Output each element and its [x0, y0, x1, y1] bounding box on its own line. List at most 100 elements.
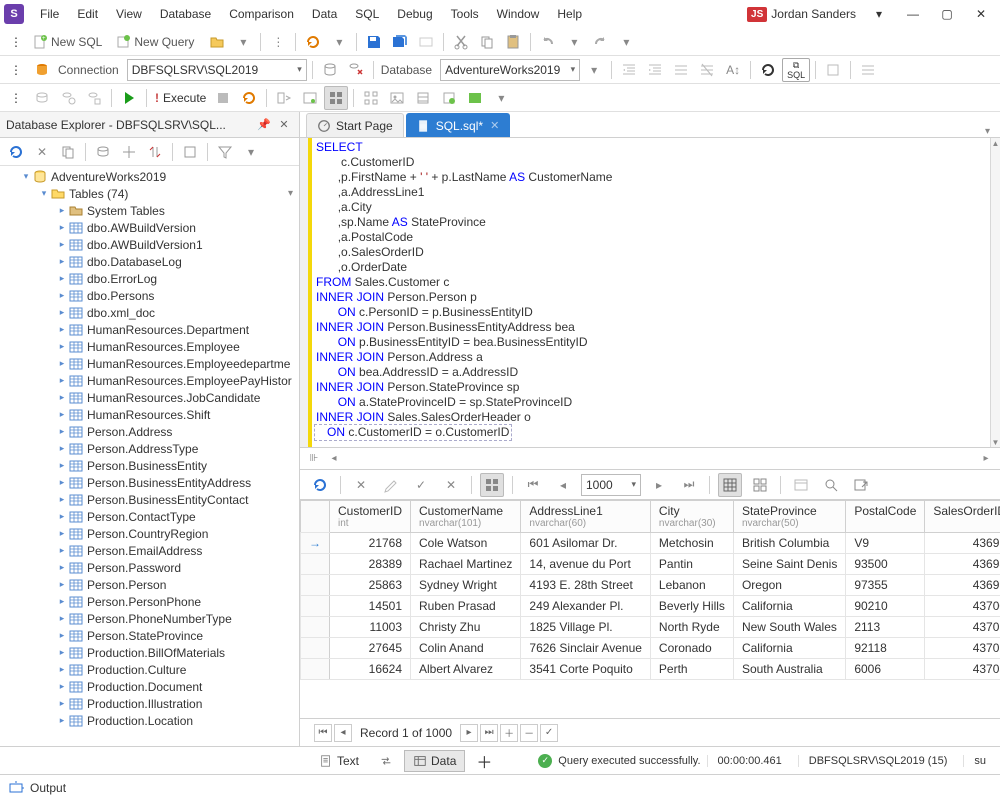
search-button[interactable] — [819, 473, 843, 497]
tool-button[interactable] — [56, 86, 80, 110]
outdent-button[interactable] — [617, 58, 641, 82]
tree-item[interactable]: ▸HumanResources.Employee — [0, 338, 299, 355]
new-sql-button[interactable]: + New SQL — [30, 30, 111, 54]
page-size-input[interactable]: 1000 — [581, 474, 641, 496]
paste-button[interactable] — [501, 30, 525, 54]
table-row[interactable]: 16624Albert Alvarez3541 Corte PoquitoPer… — [301, 659, 1000, 680]
tree-item[interactable]: ▸Production.BillOfMaterials — [0, 644, 299, 661]
splitter-grip-icon[interactable]: ⊪ — [306, 451, 322, 467]
cell[interactable]: 21768 — [330, 533, 411, 554]
comment-button[interactable] — [669, 58, 693, 82]
undo-icon[interactable]: ⋮ — [266, 30, 290, 54]
tree-arrow-icon[interactable]: ▸ — [56, 477, 68, 488]
nav-last-button[interactable]: ⏭ — [480, 724, 498, 742]
cell[interactable]: 90210 — [846, 596, 925, 617]
edit-button[interactable] — [379, 473, 403, 497]
refresh-tree-button[interactable] — [4, 140, 28, 164]
tool-button[interactable] — [298, 86, 322, 110]
tree-arrow-icon[interactable]: ▸ — [56, 307, 68, 318]
cell[interactable]: Albert Alvarez — [411, 659, 521, 680]
tree-arrow-icon[interactable]: ▸ — [56, 460, 68, 471]
tree-item[interactable]: ▾AdventureWorks2019 — [0, 168, 299, 185]
tool-button[interactable] — [82, 86, 106, 110]
tool-button[interactable] — [178, 140, 202, 164]
cell[interactable]: 1825 Village Pl. — [521, 617, 651, 638]
tree-item[interactable]: ▸HumanResources.EmployeePayHistor — [0, 372, 299, 389]
last-page-button[interactable]: ⏭ — [677, 473, 701, 497]
table-row[interactable]: 28389Rachael Martinez14, avenue du PortP… — [301, 554, 1000, 575]
card-layout-button[interactable] — [748, 473, 772, 497]
grid-mode-button[interactable] — [480, 473, 504, 497]
image-button[interactable] — [385, 86, 409, 110]
tree-item[interactable]: ▸HumanResources.Department — [0, 321, 299, 338]
results-grid[interactable]: CustomerIDintCustomerNamenvarchar(101)Ad… — [300, 500, 1000, 718]
tool-button[interactable] — [91, 140, 115, 164]
cell[interactable]: 28389 — [330, 554, 411, 575]
tree-arrow-icon[interactable]: ▸ — [56, 273, 68, 284]
column-header[interactable]: StateProvincenvarchar(50) — [733, 501, 845, 533]
nav-confirm-button[interactable]: ✓ — [540, 724, 558, 742]
tree-arrow-icon[interactable]: ▸ — [56, 596, 68, 607]
tree-arrow-icon[interactable]: ▸ — [56, 239, 68, 250]
table-row[interactable]: 27645Colin Anand7626 Sinclair AvenueCoro… — [301, 638, 1000, 659]
tree-item[interactable]: ▸HumanResources.Employeedepartme — [0, 355, 299, 372]
cell[interactable]: North Ryde — [650, 617, 733, 638]
tree-item[interactable]: ▸Person.AddressType — [0, 440, 299, 457]
table-row[interactable]: 11003Christy Zhu1825 Village Pl.North Ry… — [301, 617, 1000, 638]
tree-item[interactable]: ▸Production.Illustration — [0, 695, 299, 712]
grip-icon[interactable]: ⋮ — [4, 58, 28, 82]
tree-item[interactable]: ▸dbo.AWBuildVersion1 — [0, 236, 299, 253]
dropdown-icon[interactable]: ▾ — [327, 30, 351, 54]
tree-item[interactable]: ▸Person.Address — [0, 423, 299, 440]
tree-arrow-icon[interactable]: ▸ — [56, 647, 68, 658]
text-view-button[interactable]: Text — [310, 750, 368, 772]
menu-view[interactable]: View — [108, 4, 150, 24]
tree-arrow-icon[interactable]: ▸ — [56, 511, 68, 522]
tree-arrow-icon[interactable]: ▸ — [56, 545, 68, 556]
tree-item[interactable]: ▸Person.CountryRegion — [0, 525, 299, 542]
stop-button[interactable] — [211, 86, 235, 110]
nav-next-button[interactable]: ▸ — [460, 724, 478, 742]
panel-close-icon[interactable]: ✕ — [275, 116, 293, 134]
menu-comparison[interactable]: Comparison — [221, 4, 302, 24]
prev-page-button[interactable]: ◂ — [551, 473, 575, 497]
new-query-button[interactable]: New Query — [113, 30, 203, 54]
tree-item[interactable]: ▸Person.PhoneNumberType — [0, 610, 299, 627]
column-header[interactable]: CustomerNamenvarchar(101) — [411, 501, 521, 533]
tree-item[interactable]: ▸dbo.AWBuildVersion — [0, 219, 299, 236]
cell[interactable]: 2113 — [846, 617, 925, 638]
tab-sql-file[interactable]: SQL.sql* ✕ — [406, 113, 511, 137]
table-button[interactable] — [789, 473, 813, 497]
cell[interactable]: 92118 — [846, 638, 925, 659]
tool-button[interactable] — [437, 86, 461, 110]
tab-start-page[interactable]: Start Page — [306, 113, 404, 137]
nav-delete-button[interactable]: － — [520, 724, 538, 742]
cell[interactable]: 43703 — [925, 659, 1000, 680]
dropdown-icon[interactable]: ▾ — [231, 30, 255, 54]
undo-button[interactable] — [536, 30, 560, 54]
tree-item[interactable]: ▸Person.BusinessEntityAddress — [0, 474, 299, 491]
dropdown-icon[interactable]: ▾ — [582, 58, 606, 82]
nav-first-button[interactable]: ⏮ — [314, 724, 332, 742]
list-button[interactable] — [856, 58, 880, 82]
column-header[interactable]: PostalCode — [846, 501, 925, 533]
cell[interactable]: Christy Zhu — [411, 617, 521, 638]
cell[interactable]: 14501 — [330, 596, 411, 617]
refresh-top-button[interactable] — [301, 30, 325, 54]
tree-arrow-icon[interactable]: ▸ — [56, 681, 68, 692]
tree-item[interactable]: ▸dbo.Persons — [0, 287, 299, 304]
cell[interactable]: 14, avenue du Port — [521, 554, 651, 575]
cancel-button[interactable]: ✕ — [349, 473, 373, 497]
cell[interactable]: Colin Anand — [411, 638, 521, 659]
uncomment-button[interactable] — [695, 58, 719, 82]
cell[interactable]: 97355 — [846, 575, 925, 596]
cell[interactable]: 43697 — [925, 533, 1000, 554]
menu-edit[interactable]: Edit — [69, 4, 106, 24]
tool-button[interactable] — [117, 140, 141, 164]
grid-layout-button[interactable] — [718, 473, 742, 497]
cell[interactable]: Pantin — [650, 554, 733, 575]
tree-item[interactable]: ▸Person.BusinessEntityContact — [0, 491, 299, 508]
cell[interactable]: Ruben Prasad — [411, 596, 521, 617]
tree-arrow-icon[interactable]: ▸ — [56, 324, 68, 335]
grip-icon[interactable]: ⋮ — [4, 30, 28, 54]
